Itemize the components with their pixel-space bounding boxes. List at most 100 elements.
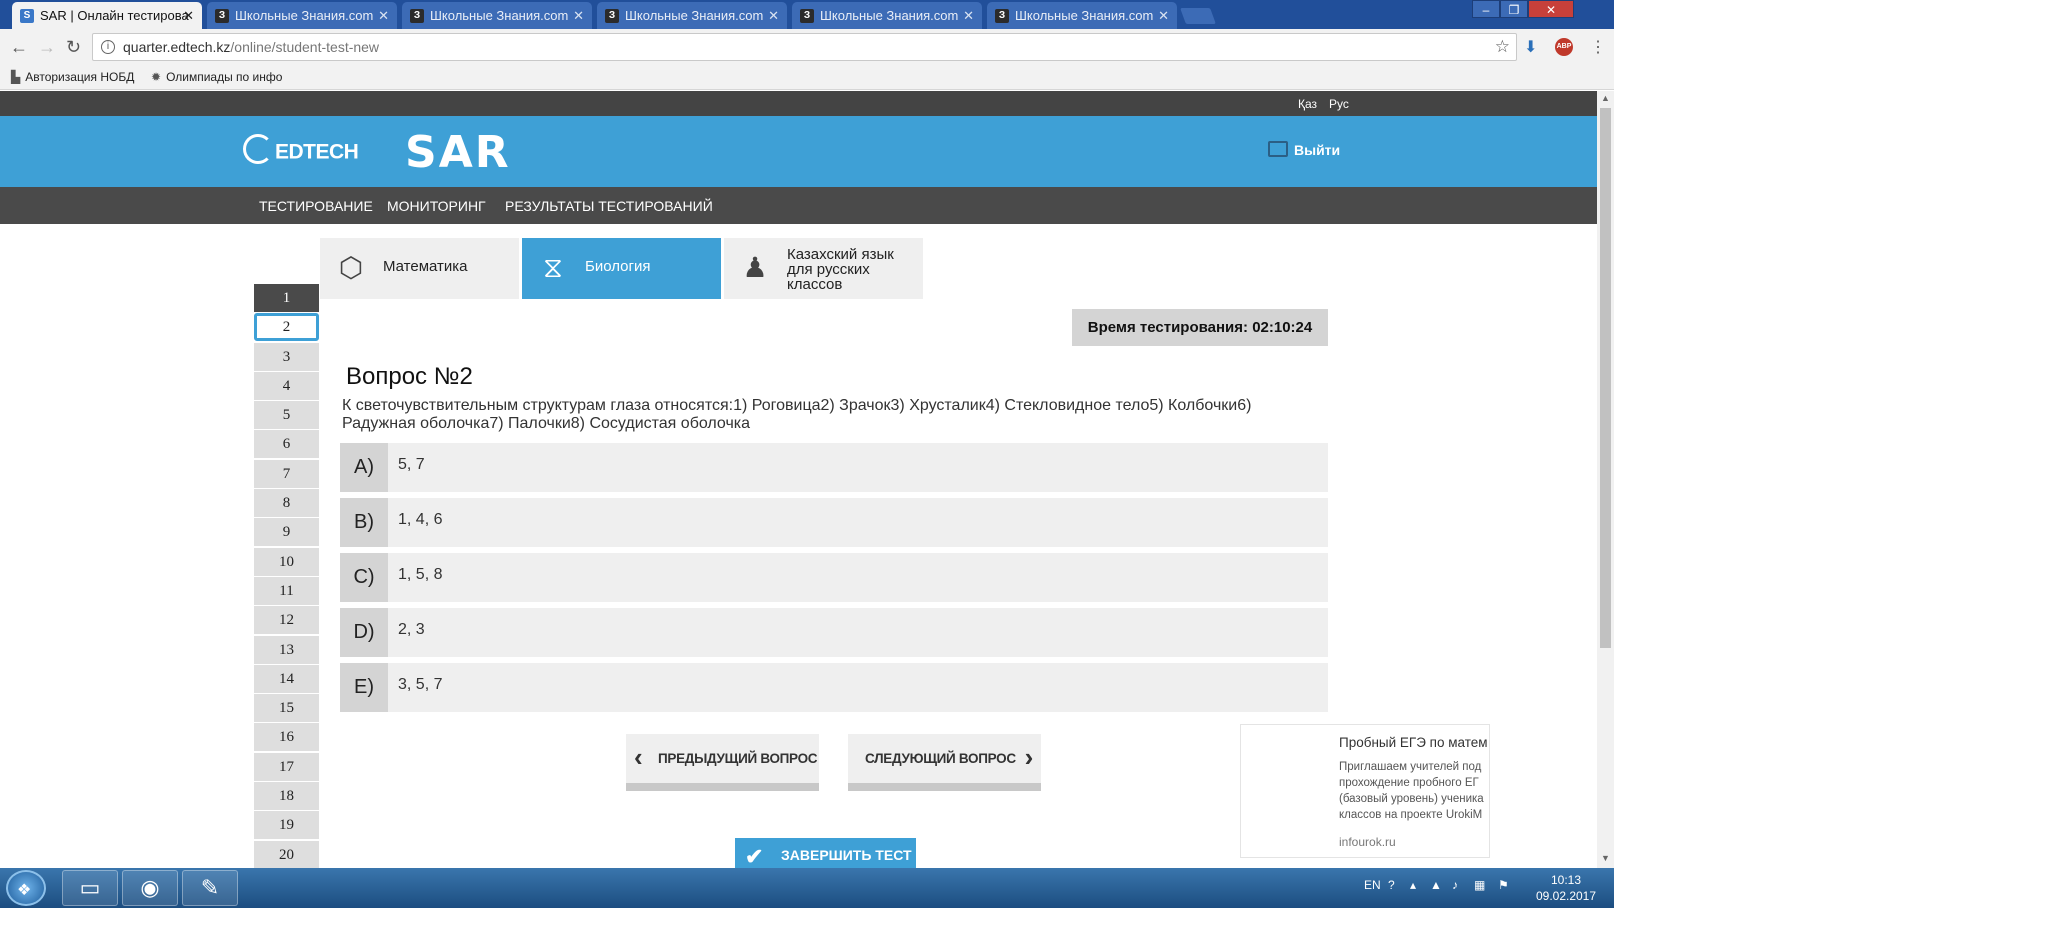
action-center-icon[interactable]: ⚑ — [1498, 878, 1509, 892]
question-number-button[interactable]: 9 — [254, 518, 319, 547]
explorer-taskbar-icon[interactable]: ▭ — [62, 870, 118, 906]
subject-tab-kazakh[interactable]: ♟ Казахский язык для русских классов — [724, 238, 923, 299]
subject-label: Биология — [585, 258, 651, 275]
question-number-button[interactable]: 4 — [254, 371, 319, 400]
logout-button[interactable]: Выйти — [1268, 141, 1340, 159]
edtech-logo[interactable]: EDTECH — [243, 134, 359, 168]
browser-tab-2[interactable]: З Школьные Знания.com ✕ — [207, 2, 397, 29]
browser-tab-4[interactable]: З Школьные Знания.com ✕ — [597, 2, 787, 29]
menu-item-monitoring[interactable]: МОНИТОРИНГ — [387, 198, 486, 214]
tab-title: Школьные Знания.com — [235, 8, 374, 23]
page-scrollbar[interactable]: ▲ ▼ — [1597, 91, 1614, 868]
finish-test-button[interactable]: ✔ ЗАВЕРШИТЬ ТЕСТ — [735, 838, 916, 868]
header-banner: EDTECH SAR Выйти — [0, 116, 1597, 187]
menu-item-results[interactable]: РЕЗУЛЬТАТЫ ТЕСТИРОВАНИЙ — [505, 198, 713, 214]
windows-logo-icon: ❖ — [17, 882, 32, 899]
answer-letter: C) — [340, 553, 388, 602]
start-button[interactable]: ❖ — [6, 870, 46, 906]
browser-tab-5[interactable]: З Школьные Знания.com ✕ — [792, 2, 982, 29]
lang-rus-link[interactable]: Рус — [1329, 97, 1349, 111]
forward-arrow-icon[interactable]: → — [38, 37, 56, 57]
question-number-button[interactable]: 10 — [254, 547, 319, 576]
sun-icon: ✹ — [151, 70, 162, 84]
answer-option-b[interactable]: B) 1, 4, 6 — [340, 498, 1328, 547]
question-number-button[interactable]: 20 — [254, 840, 319, 868]
advertisement-panel[interactable]: Пробный ЕГЭ по матем Приглашаем учителей… — [1240, 724, 1490, 858]
bookmark-icon: ▙ — [11, 70, 21, 84]
bookmark-item-olympiads[interactable]: ✹ Олимпиады по инфо — [151, 70, 282, 84]
menu-item-testing[interactable]: ТЕСТИРОВАНИЕ — [259, 198, 373, 214]
sar-logo[interactable]: SAR — [405, 127, 511, 178]
question-number-button[interactable]: 1 — [254, 284, 319, 312]
question-number-button[interactable]: 12 — [254, 606, 319, 635]
scroll-down-arrow-icon[interactable]: ▼ — [1601, 853, 1610, 863]
site-info-icon[interactable]: i — [101, 40, 115, 54]
subject-tab-biology[interactable]: ⧖ Биология — [522, 238, 721, 299]
address-bar[interactable]: i quarter.edtech.kz/online/student-test-… — [92, 33, 1517, 61]
question-number-button[interactable]: 7 — [254, 459, 319, 488]
close-tab-icon[interactable]: ✕ — [768, 2, 779, 29]
question-number-button-current[interactable]: 2 — [254, 313, 319, 342]
answer-option-d[interactable]: D) 2, 3 — [340, 608, 1328, 657]
close-window-button[interactable]: ✕ — [1528, 0, 1574, 18]
bookmark-item-nobd[interactable]: ▙ Авторизация НОБД — [11, 70, 134, 84]
taskbar-clock[interactable]: 10:13 09.02.2017 — [1528, 872, 1604, 904]
reload-icon[interactable]: ↻ — [66, 37, 81, 57]
minimize-window-button[interactable]: – — [1472, 0, 1500, 18]
ad-source: infourok.ru — [1339, 835, 1396, 849]
finish-test-label: ЗАВЕРШИТЬ ТЕСТ — [781, 847, 912, 863]
question-number-button[interactable]: 3 — [254, 342, 319, 371]
answer-value: 3, 5, 7 — [398, 676, 443, 693]
browser-tab-6[interactable]: З Школьные Знания.com ✕ — [987, 2, 1177, 29]
show-hidden-icons-icon[interactable]: ▲ — [1430, 878, 1442, 892]
close-tab-icon[interactable]: ✕ — [963, 2, 974, 29]
browser-tab-3[interactable]: З Школьные Знания.com ✕ — [402, 2, 592, 29]
answer-option-a[interactable]: A) 5, 7 — [340, 443, 1328, 492]
question-number-button[interactable]: 8 — [254, 489, 319, 518]
browser-window: S SAR | Онлайн тестирова ✕ З Школьные Зн… — [0, 0, 1614, 908]
subject-label: Математика — [383, 258, 468, 275]
url-path: /online/student-test-new — [230, 39, 380, 55]
close-tab-icon[interactable]: ✕ — [573, 2, 584, 29]
question-number-button[interactable]: 5 — [254, 401, 319, 430]
restore-window-button[interactable]: ❐ — [1500, 0, 1528, 18]
bookmarks-bar: ▙ Авторизация НОБД ✹ Олимпиады по инфо — [0, 65, 1614, 90]
lang-kaz-link[interactable]: Қаз — [1298, 97, 1317, 111]
adblock-plus-icon[interactable]: ABP — [1555, 38, 1573, 56]
question-number-button[interactable]: 18 — [254, 782, 319, 811]
next-question-button[interactable]: СЛЕДУЮЩИЙ ВОПРОС › — [848, 734, 1041, 791]
scroll-up-arrow-icon[interactable]: ▲ — [1601, 93, 1610, 103]
close-tab-icon[interactable]: ✕ — [183, 2, 194, 29]
previous-question-button[interactable]: ‹ ПРЕДЫДУЩИЙ ВОПРОС — [626, 734, 819, 791]
back-arrow-icon[interactable]: ← — [10, 37, 28, 57]
close-tab-icon[interactable]: ✕ — [1158, 2, 1169, 29]
question-number-button[interactable]: 17 — [254, 752, 319, 781]
question-number-button[interactable]: 16 — [254, 723, 319, 752]
download-icon[interactable]: ⬇ — [1524, 37, 1537, 57]
question-number-button[interactable]: 14 — [254, 664, 319, 693]
question-number-button[interactable]: 19 — [254, 811, 319, 840]
chrome-menu-icon[interactable]: ⋮ — [1590, 37, 1606, 57]
question-number-button[interactable]: 11 — [254, 576, 319, 605]
tab-title: Школьные Знания.com — [820, 8, 959, 23]
question-number-button[interactable]: 15 — [254, 694, 319, 723]
network-icon[interactable]: ▦ — [1474, 878, 1485, 892]
browser-tab-1[interactable]: S SAR | Онлайн тестирова ✕ — [12, 2, 202, 29]
new-tab-button[interactable] — [1180, 8, 1216, 24]
scrollbar-thumb[interactable] — [1600, 108, 1611, 648]
answer-option-c[interactable]: C) 1, 5, 8 — [340, 553, 1328, 602]
answer-option-e[interactable]: E) 3, 5, 7 — [340, 663, 1328, 712]
bookmark-star-icon[interactable]: ☆ — [1495, 34, 1510, 60]
chrome-taskbar-icon[interactable]: ◉ — [122, 870, 178, 906]
subject-tab-math[interactable]: ⬡ Математика — [320, 238, 519, 299]
close-tab-icon[interactable]: ✕ — [378, 2, 389, 29]
help-icon[interactable]: ? — [1388, 878, 1395, 892]
question-text: К светочувствительным структурам глаза о… — [342, 397, 1252, 432]
question-number-button[interactable]: 6 — [254, 430, 319, 459]
keyboard-language-indicator[interactable]: EN — [1364, 878, 1381, 892]
paint-taskbar-icon[interactable]: ✎ — [182, 870, 238, 906]
question-number-button[interactable]: 13 — [254, 635, 319, 664]
tray-arrow-icon[interactable]: ▴ — [1410, 878, 1416, 892]
volume-icon[interactable]: ♪ — [1452, 878, 1458, 892]
tab-strip: S SAR | Онлайн тестирова ✕ З Школьные Зн… — [0, 0, 1614, 29]
